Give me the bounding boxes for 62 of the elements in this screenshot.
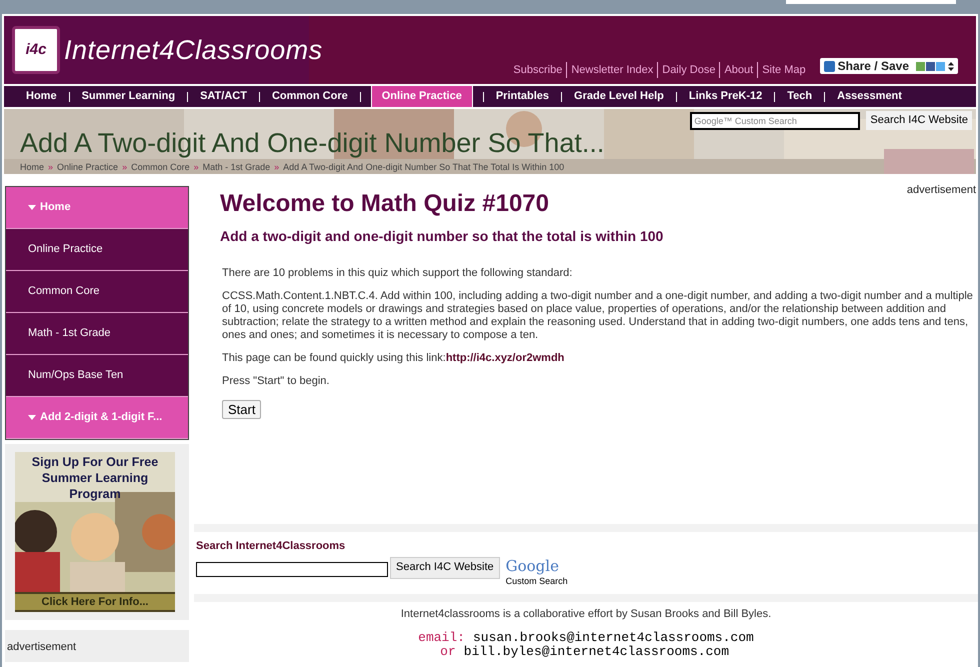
nav-link[interactable]: Printables — [494, 88, 552, 105]
header-link[interactable]: Newsletter Index — [566, 62, 658, 78]
logo-badge: i4c — [12, 26, 60, 74]
sidebar-item[interactable]: Num/Ops Base Ten — [6, 355, 188, 397]
email-label: email: — [418, 630, 465, 644]
breadcrumb-separator: » — [274, 161, 280, 174]
breadcrumb-separator: » — [194, 161, 199, 174]
sidebar-item[interactable]: Add 2-digit & 1-digit F... — [6, 397, 188, 439]
share-button[interactable]: Share / Save — [820, 58, 958, 74]
nav-link[interactable]: Common Core — [270, 88, 350, 105]
banner-title: Add A Two-digit And One-digit Number So That... — [20, 127, 604, 160]
breadcrumb-separator: » — [48, 161, 54, 174]
breadcrumb-link[interactable]: Home — [20, 161, 44, 174]
instruction-text: Press "Start" to begin. — [222, 375, 330, 388]
header-link[interactable]: Daily Dose — [657, 62, 720, 78]
nav-link[interactable]: SAT/ACT — [198, 88, 249, 105]
social-icons — [916, 62, 945, 70]
email-link[interactable]: susan.brooks@internet4classrooms.com — [472, 630, 754, 644]
caret-icon — [28, 205, 36, 210]
promo-headline[interactable]: Sign Up For Our Free Summer Learning Program — [15, 454, 175, 502]
quiz-title: Welcome to Math Quiz #1070 — [220, 189, 549, 219]
google-logo: Google — [506, 556, 560, 574]
sidebar-item[interactable]: Home — [6, 187, 188, 229]
search-button[interactable]: Search I4C Website — [390, 556, 500, 578]
nav-link[interactable]: Links PreK-12 — [686, 88, 764, 105]
dropdown-icon — [948, 62, 954, 70]
header-link[interactable]: Site Map — [757, 62, 810, 78]
quiz-subtitle: Add a two-digit and one-digit number so that the total is within 100 — [220, 227, 664, 246]
search-field[interactable]: Google™ Custom Search — [690, 112, 860, 130]
advertisement-label: advertisement — [7, 641, 76, 653]
search-field[interactable] — [196, 562, 388, 576]
header-link[interactable]: Subscribe — [509, 62, 566, 78]
or-label: or — [440, 644, 456, 658]
breadcrumb-link[interactable]: Online Practice — [57, 161, 118, 174]
start-button[interactable]: Start — [222, 400, 262, 419]
nav-link[interactable]: Summer Learning — [80, 88, 178, 105]
nav-link[interactable]: Tech — [785, 88, 814, 105]
intro-text: There are 10 problems in this quiz which support the following standard: — [222, 267, 574, 280]
search-button[interactable]: Search I4C Website — [866, 111, 972, 130]
header-link[interactable]: About — [719, 62, 758, 78]
breadcrumb-separator: » — [122, 161, 128, 174]
search-heading: Search Internet4Classrooms — [196, 539, 346, 554]
credit-text: Internet4classrooms is a collaborative effort by Susan Brooks and Bill Byles. — [400, 607, 772, 622]
sidebar-item[interactable]: Online Practice — [6, 229, 188, 271]
short-link[interactable]: http://i4c.xyz/or2wmdh — [446, 352, 564, 364]
breadcrumb-link[interactable]: Common Core — [131, 161, 190, 174]
promo-link[interactable]: Click Here For Info... — [15, 594, 175, 610]
nav-link[interactable]: Assessment — [835, 88, 904, 105]
nav-link[interactable]: Grade Level Help — [572, 88, 666, 105]
email-link[interactable]: bill.byles@internet4classrooms.com — [464, 644, 730, 658]
nav-link[interactable]: Home — [24, 88, 59, 105]
site-name: Internet4Classrooms — [64, 34, 323, 67]
breadcrumb-link[interactable]: Add A Two-digit And One-digit Number So That The Total Is Within 100 — [283, 161, 564, 174]
caret-icon — [28, 415, 36, 420]
standard-text: CCSS.Math.Content.1.NBT.C.4. Add within 100, including adding a two-digit number and a one-digit number, and adding a two-digit number and a multiple of 10, using concrete models or drawings and strategies based on place value, properties of operations, and/or the relationship between addition and subtraction; relate the strategy to a written method and explain the reasoning used. Understand that in adding two-digit numbers, one adds tens and tens, ones and ones; and sometimes it is necessary to compose a ten. — [222, 290, 974, 342]
advertisement-label: advertisement — [906, 183, 976, 198]
google-caption: Custom Search — [506, 574, 568, 588]
sidebar-item[interactable]: Math - 1st Grade — [6, 313, 188, 355]
sidebar-item[interactable]: Common Core — [6, 271, 188, 313]
breadcrumb-link[interactable]: Math - 1st Grade — [202, 161, 270, 174]
link-label: This page can be found quickly using this link: — [222, 352, 446, 364]
nav-link[interactable]: Online Practice — [370, 85, 473, 108]
